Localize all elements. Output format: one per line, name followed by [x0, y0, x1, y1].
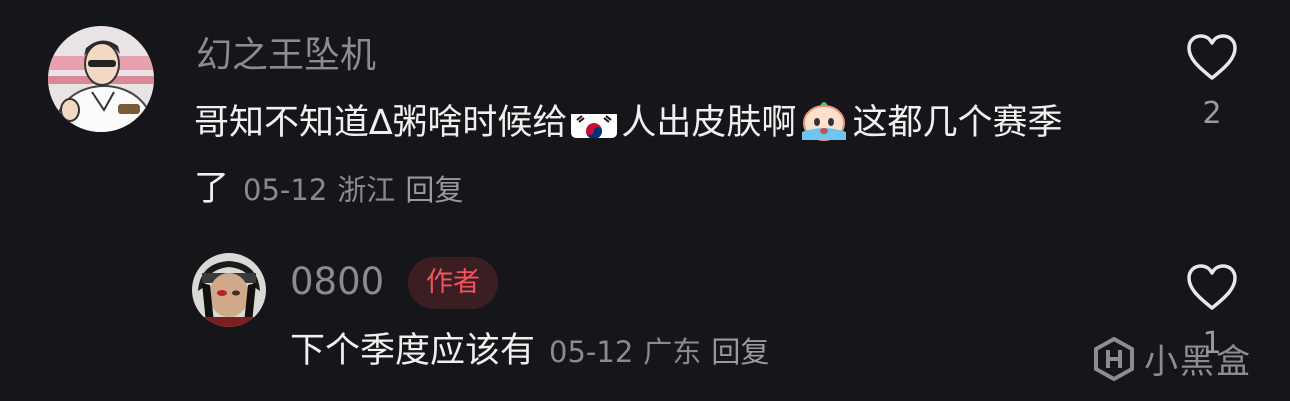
reply-text-part: 下个季度应该有 [290, 331, 536, 371]
avatar[interactable] [192, 253, 266, 327]
reply-username[interactable]: 0800 [290, 260, 384, 304]
reply-date: 05-12 [549, 335, 634, 369]
reply-location: 广东 [643, 335, 702, 369]
watermark-text: 小黑盒 [1144, 342, 1252, 382]
author-badge: 作者 [408, 257, 498, 309]
reply-text: 下个季度应该有 05-12 广东 回复 [290, 318, 1190, 385]
reply-meta: 05-12 广东 回复 [549, 335, 779, 369]
heart-icon [1187, 264, 1237, 310]
heybox-logo-icon [1094, 336, 1134, 381]
watermark: 小黑盒 [1092, 334, 1252, 383]
reply-button[interactable]: 回复 [711, 335, 769, 369]
